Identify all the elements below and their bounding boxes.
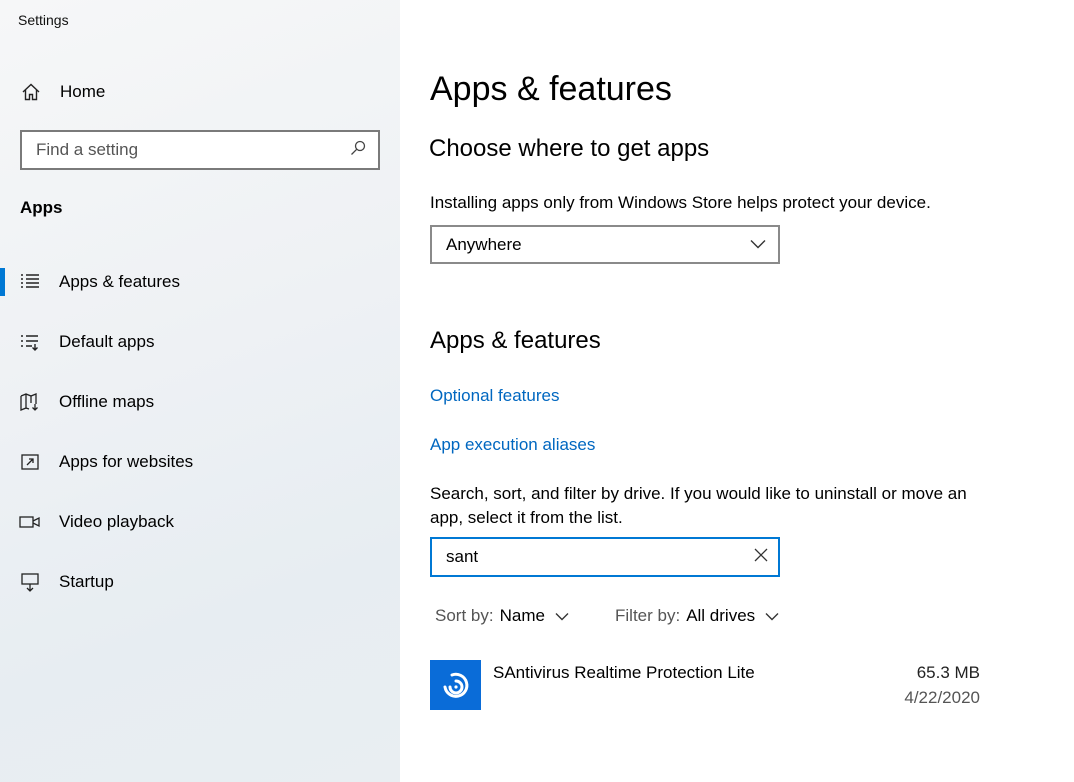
optional-features-link[interactable]: Optional features [430, 386, 559, 406]
sidebar-item-offline-maps[interactable]: Offline maps [0, 382, 400, 422]
sidebar-item-apps-features[interactable]: Apps & features [0, 262, 400, 302]
home-icon [20, 81, 42, 103]
app-execution-aliases-link[interactable]: App execution aliases [430, 435, 595, 455]
find-setting-box [20, 130, 380, 170]
search-icon[interactable] [350, 140, 366, 161]
sidebar-item-apps-websites[interactable]: Apps for websites [0, 442, 400, 482]
apps-features-heading: Apps & features [430, 327, 601, 354]
find-setting-input[interactable] [36, 140, 350, 160]
main-content: Apps & features Choose where to get apps… [400, 0, 1074, 782]
sort-by-label: Sort by: [435, 606, 494, 625]
sidebar-item-label: Video playback [59, 512, 174, 531]
sidebar-item-label: Default apps [59, 332, 155, 351]
filter-by-control[interactable]: Filter by: All drives [615, 606, 779, 626]
santivirus-app-icon [430, 660, 481, 710]
sort-by-value: Name [499, 606, 545, 625]
sidebar-item-default-apps[interactable]: Default apps [0, 322, 400, 362]
page-title: Apps & features [430, 70, 672, 108]
app-search-box [430, 537, 780, 577]
window-title: Settings [18, 12, 69, 28]
clear-icon[interactable] [754, 548, 768, 567]
sidebar-item-label: Apps for websites [59, 452, 194, 471]
app-source-dropdown[interactable]: Anywhere [430, 225, 780, 264]
app-search-input[interactable] [446, 547, 754, 567]
default-apps-icon [19, 331, 41, 353]
search-description: Search, sort, and filter by drive. If yo… [430, 484, 967, 527]
apps-features-icon [19, 271, 41, 293]
chevron-down-icon [765, 606, 779, 626]
startup-icon [19, 571, 41, 593]
app-name: SAntivirus Realtime Protection Lite [493, 663, 755, 682]
app-source-value: Anywhere [446, 234, 522, 254]
filter-by-label: Filter by: [615, 606, 681, 625]
sidebar-item-startup[interactable]: Startup [0, 562, 400, 602]
sidebar-item-video-playback[interactable]: Video playback [0, 502, 400, 542]
app-size: 65.3 MB [916, 663, 980, 682]
video-playback-icon [19, 511, 41, 533]
choose-apps-heading: Choose where to get apps [429, 135, 710, 162]
chevron-down-icon [555, 606, 569, 626]
sidebar-item-label: Offline maps [59, 392, 155, 411]
sort-by-control[interactable]: Sort by: Name [435, 606, 569, 626]
home-label: Home [60, 82, 106, 101]
filter-by-value: All drives [686, 606, 756, 625]
app-list-item[interactable]: SAntivirus Realtime Protection Lite 65.3… [430, 660, 990, 712]
sidebar-section-apps: Apps [20, 198, 63, 217]
chevron-down-icon [750, 236, 766, 254]
apps-websites-icon [19, 451, 41, 473]
offline-maps-icon [19, 391, 41, 413]
sidebar: Settings Home Apps Apps & features [0, 0, 400, 782]
app-install-date: 4/22/2020 [904, 688, 980, 707]
sidebar-item-label: Startup [59, 572, 114, 591]
active-indicator [0, 268, 5, 296]
sidebar-item-label: Apps & features [59, 272, 180, 291]
choose-apps-description: Installing apps only from Windows Store … [430, 193, 931, 212]
home-nav[interactable]: Home [20, 80, 105, 104]
